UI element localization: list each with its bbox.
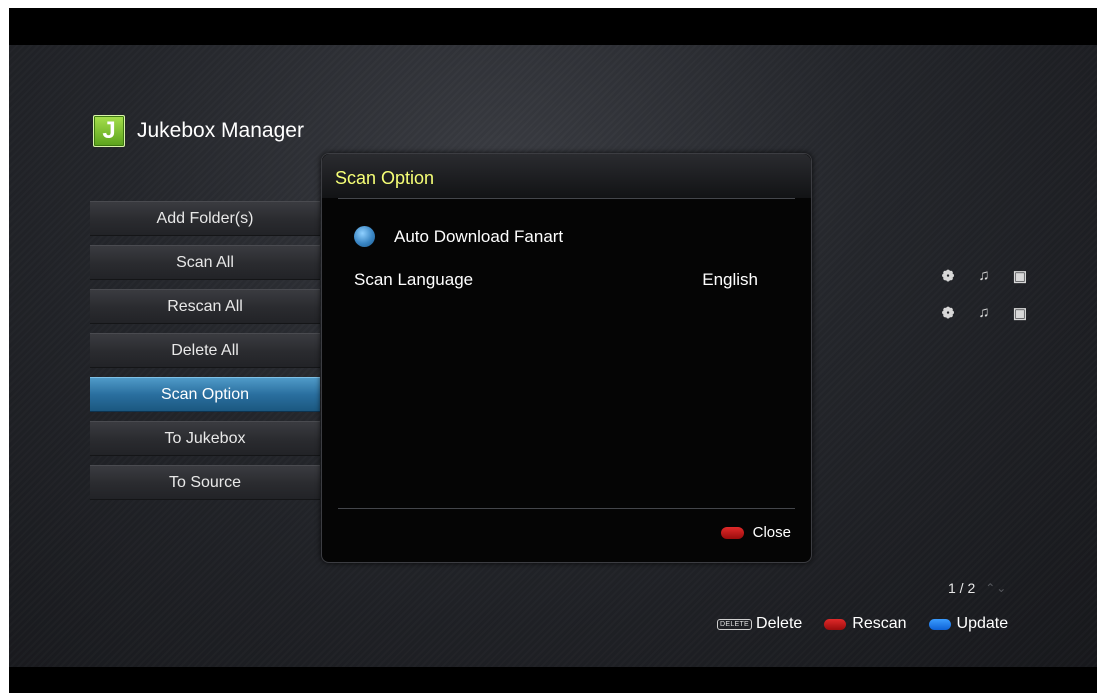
red-key-icon [824,618,847,630]
delete-key-icon: DELETE [717,618,753,630]
menu-item-to-source[interactable]: To Source [90,465,320,500]
media-type-row: ❁ ♫ ▣ [939,267,1029,285]
menu-item-delete-all[interactable]: Delete All [90,333,320,368]
music-note-icon: ♫ [978,267,990,284]
rescan-action-label[interactable]: Rescan [852,615,906,633]
delete-action-label[interactable]: Delete [756,615,802,633]
page-indicator: 1 / 2 ⌃⌄ [948,580,1007,596]
dialog-divider [338,198,795,199]
footer-key-legend: DELETE Delete Rescan Update [717,615,1008,633]
menu-item-to-jukebox[interactable]: To Jukebox [90,421,320,456]
tv-screen: J Jukebox Manager Add Folder(s) Scan All… [9,8,1097,693]
dialog-title-bar: Scan Option [322,154,811,198]
scan-language-option[interactable]: Scan Language English [354,270,758,290]
dialog-title: Scan Option [335,168,435,188]
camera-icon: ▣ [1012,268,1028,285]
scan-option-dialog: Scan Option Auto Download Fanart Scan La… [321,153,812,563]
camera-icon: ▣ [1012,305,1028,322]
update-action-label[interactable]: Update [957,615,1009,633]
media-type-row: ❁ ♫ ▣ [939,304,1029,322]
auto-download-fanart-option[interactable]: Auto Download Fanart [354,226,563,247]
menu-item-rescan-all[interactable]: Rescan All [90,289,320,324]
close-label: Close [752,524,791,541]
side-menu: Add Folder(s) Scan All Rescan All Delete… [90,201,320,509]
red-key-icon [720,526,744,539]
scan-language-value[interactable]: English [702,270,758,290]
app-title: Jukebox Manager [137,119,304,142]
blue-key-icon [928,618,951,630]
page-up-down-icon[interactable]: ⌃⌄ [985,581,1007,595]
movie-reel-icon: ❁ [941,305,955,322]
menu-item-scan-option[interactable]: Scan Option [90,377,320,412]
app-header: J Jukebox Manager [93,115,304,147]
jukebox-manager-stage: J Jukebox Manager Add Folder(s) Scan All… [9,45,1097,667]
music-note-icon: ♫ [978,304,990,321]
movie-reel-icon: ❁ [941,268,955,285]
page-number: 1 / 2 [948,580,976,596]
dialog-footer-divider [338,508,795,509]
menu-item-add-folders[interactable]: Add Folder(s) [90,201,320,236]
scan-language-label: Scan Language [354,270,474,289]
radio-checked-icon[interactable] [354,226,375,247]
jukebox-logo-icon: J [93,115,125,147]
auto-download-fanart-label: Auto Download Fanart [394,226,564,246]
menu-item-scan-all[interactable]: Scan All [90,245,320,280]
close-button[interactable]: Close [720,524,791,541]
